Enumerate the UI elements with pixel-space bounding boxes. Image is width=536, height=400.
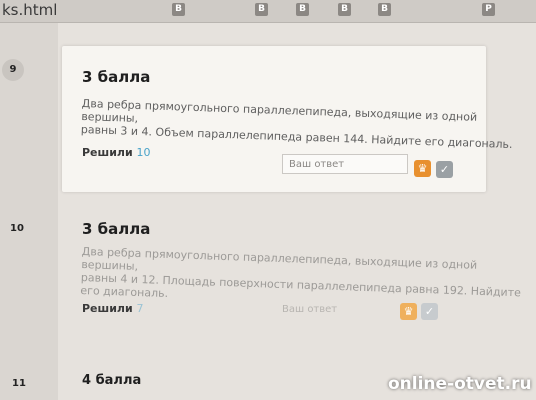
solved-count: 7 <box>136 302 144 315</box>
check-icon: ✓ <box>439 163 450 176</box>
bookmark-icon[interactable]: B <box>296 3 309 16</box>
bookmark-icon[interactable]: B <box>338 3 351 16</box>
question-number: 9 <box>2 59 24 81</box>
answer-input[interactable]: Ваш ответ <box>282 154 408 174</box>
solved-counter: Решили 7 <box>82 302 144 315</box>
bookmark-icon[interactable]: B <box>172 3 185 16</box>
address-bar-text[interactable]: ks.html <box>2 1 57 19</box>
bookmark-icon[interactable]: B <box>255 3 268 16</box>
bookmark-icon[interactable]: P <box>482 3 495 16</box>
submit-answer-button[interactable]: ♛ <box>414 160 431 177</box>
answer-input[interactable]: Ваш ответ <box>276 300 376 320</box>
question-number: 10 <box>10 223 24 234</box>
question-points: 3 балла <box>82 220 151 238</box>
solved-counter: Решили 10 <box>82 146 151 159</box>
solved-count: 10 <box>136 146 151 159</box>
browser-top-bar: ks.html B B B B B P <box>0 0 536 23</box>
watermark: online-otvet.ru <box>388 374 532 394</box>
question-points: 3 балла <box>82 68 151 86</box>
cup-icon: ♛ <box>403 305 414 318</box>
question-points: 4 балла <box>82 373 142 388</box>
cup-icon: ♛ <box>417 162 428 175</box>
submit-answer-button[interactable]: ♛ <box>400 303 417 320</box>
question-number: 11 <box>12 378 26 389</box>
check-answer-button[interactable]: ✓ <box>436 161 453 178</box>
solved-label: Решили <box>82 302 133 315</box>
solved-label: Решили <box>82 146 133 159</box>
bookmark-icon[interactable]: B <box>378 3 391 16</box>
check-icon: ✓ <box>424 305 435 318</box>
check-answer-button[interactable]: ✓ <box>421 303 438 320</box>
